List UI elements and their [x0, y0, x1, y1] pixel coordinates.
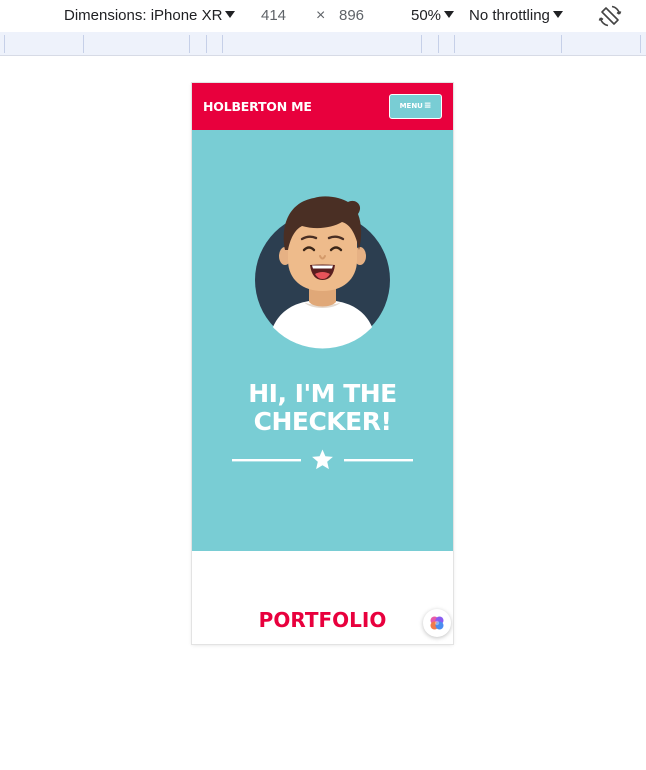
menu-button[interactable]: MENU≡ [389, 94, 442, 119]
zoom-label: 50% [411, 7, 442, 24]
media-query-tick[interactable] [206, 35, 207, 53]
portfolio-title: PORTFOLIO [258, 608, 387, 632]
hero-title-line-1: HI, I'M THE [248, 379, 397, 408]
throttling-dropdown[interactable]: No throttling [469, 7, 563, 25]
media-query-tick[interactable] [438, 35, 439, 53]
media-query-tick[interactable] [561, 35, 562, 53]
star-icon [312, 449, 333, 470]
zoom-caret-icon [444, 11, 455, 18]
throttling-label: No throttling [469, 7, 550, 24]
media-query-tick[interactable] [454, 35, 455, 53]
star-divider [232, 449, 413, 470]
media-query-tick[interactable] [640, 35, 641, 53]
assistant-icon [430, 616, 444, 630]
hero-title-line-2: CHECKER! [253, 407, 392, 436]
avatar [255, 196, 390, 349]
dimensions-dropdown[interactable]: Dimensions: iPhone XR [64, 7, 236, 25]
device-viewport: HOLBERTON ME MENU≡ HI, I'M THE CHECKER! … [192, 83, 453, 644]
menu-label: MENU [399, 102, 423, 110]
throttling-caret-icon [552, 11, 563, 18]
hamburger-icon: ≡ [423, 101, 432, 111]
media-query-tick[interactable] [222, 35, 223, 53]
floating-assistant-button[interactable] [423, 609, 451, 637]
dimensions-caret-icon [225, 11, 236, 18]
dimensions-label: Dimensions: iPhone XR [64, 7, 223, 24]
media-query-tick[interactable] [189, 35, 190, 53]
media-query-tick[interactable] [83, 35, 84, 53]
site-brand[interactable]: HOLBERTON ME [203, 99, 312, 114]
times-icon: × [316, 7, 326, 24]
hero-title: HI, I'M THE CHECKER! [192, 380, 453, 436]
site-header: HOLBERTON ME MENU≡ [192, 83, 453, 130]
width-input[interactable]: 414 [261, 7, 286, 25]
rotate-icon[interactable] [598, 4, 622, 28]
device-toolbar: Dimensions: iPhone XR 414 × 896 50% No t… [0, 0, 646, 32]
divider-line-left [232, 459, 301, 462]
media-query-tick[interactable] [4, 35, 5, 53]
divider-line-right [344, 459, 413, 462]
zoom-dropdown[interactable]: 50% [411, 7, 455, 25]
hero-section: HI, I'M THE CHECKER! [192, 130, 453, 551]
height-input[interactable]: 896 [339, 7, 364, 25]
media-query-tick[interactable] [421, 35, 422, 53]
media-query-bar [0, 32, 646, 56]
